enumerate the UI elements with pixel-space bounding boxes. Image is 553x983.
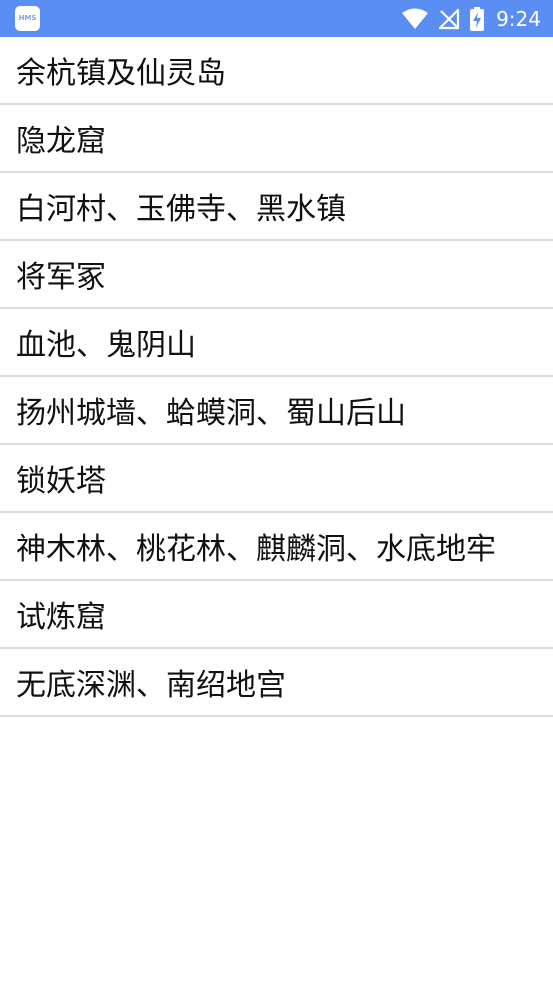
list-item-label: 白河村、玉佛寺、黑水镇: [16, 192, 346, 227]
status-bar: HMS 9:24: [0, 0, 553, 37]
chapter-list: 余杭镇及仙灵岛 隐龙窟 白河村、玉佛寺、黑水镇 将军冢 血池、鬼阴山 扬州城墙、…: [0, 37, 553, 717]
hms-app-icon: HMS: [15, 6, 40, 31]
list-item[interactable]: 白河村、玉佛寺、黑水镇: [0, 173, 553, 241]
list-item-label: 试炼窟: [16, 600, 106, 635]
list-item[interactable]: 无底深渊、南绍地宫: [0, 649, 553, 717]
list-item[interactable]: 隐龙窟: [0, 105, 553, 173]
list-item[interactable]: 将军冢: [0, 241, 553, 309]
list-item-label: 神木林、桃花林、麒麟洞、水底地牢: [16, 532, 496, 567]
list-item-label: 血池、鬼阴山: [16, 328, 196, 363]
list-item-label: 将军冢: [16, 260, 106, 295]
list-item-label: 无底深渊、南绍地宫: [16, 668, 286, 703]
list-item[interactable]: 血池、鬼阴山: [0, 309, 553, 377]
list-item[interactable]: 扬州城墙、蛤蟆洞、蜀山后山: [0, 377, 553, 445]
list-item[interactable]: 锁妖塔: [0, 445, 553, 513]
list-item-label: 隐龙窟: [16, 124, 106, 159]
list-item-label: 扬州城墙、蛤蟆洞、蜀山后山: [16, 396, 406, 431]
list-item[interactable]: 神木林、桃花林、麒麟洞、水底地牢: [0, 513, 553, 581]
list-item[interactable]: 试炼窟: [0, 581, 553, 649]
status-time: 9:24: [496, 6, 541, 31]
battery-charging-icon: [470, 6, 485, 31]
list-item-label: 锁妖塔: [16, 464, 106, 499]
wifi-icon: [402, 8, 429, 29]
no-signal-icon: [438, 8, 460, 29]
list-item[interactable]: 余杭镇及仙灵岛: [0, 37, 553, 105]
status-icons: 9:24: [402, 0, 541, 37]
list-item-label: 余杭镇及仙灵岛: [16, 56, 226, 91]
